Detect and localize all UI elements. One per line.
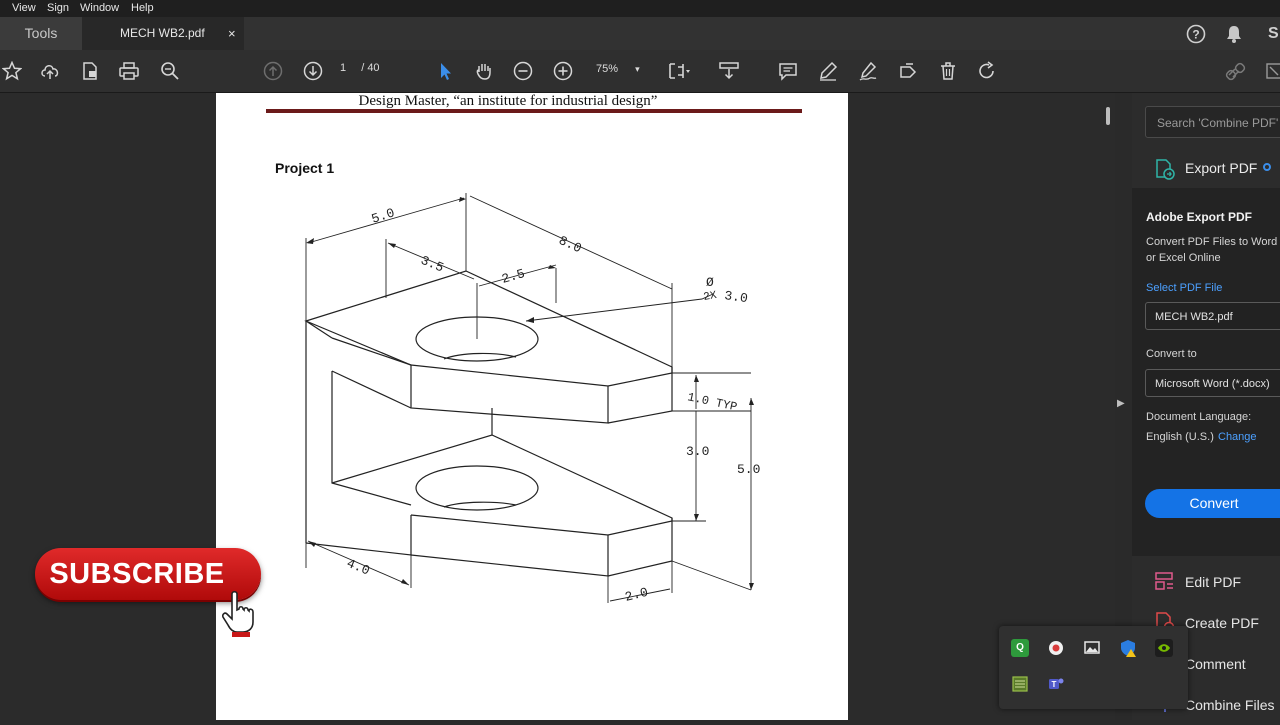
convert-to-label: Convert to — [1146, 348, 1197, 360]
upload-cloud-icon[interactable] — [38, 59, 62, 83]
search-zoom-icon[interactable] — [158, 59, 182, 83]
next-page-icon[interactable] — [301, 59, 325, 83]
export-title: Adobe Export PDF — [1146, 210, 1253, 224]
dim-hole-size: 3.0 — [723, 288, 748, 306]
convert-button[interactable]: Convert — [1145, 489, 1280, 518]
dim-3-5: 3.5 — [419, 253, 446, 276]
edit-pdf-label: Edit PDF — [1185, 574, 1242, 590]
create-pdf-label: Create PDF — [1185, 615, 1259, 631]
tool-search-input[interactable]: Search 'Combine PDF' — [1145, 106, 1280, 138]
zoom-in-icon[interactable] — [551, 59, 575, 83]
nvidia-tray-icon[interactable] — [1155, 639, 1173, 657]
menu-help[interactable]: Help — [131, 2, 154, 14]
dim-8-0: 8.0 — [556, 233, 583, 256]
edit-pdf-tool[interactable]: Edit PDF — [1132, 562, 1280, 602]
export-pdf-label: Export PDF — [1185, 160, 1258, 176]
subscribe-label: SUBSCRIBE — [49, 558, 225, 590]
comment-icon[interactable] — [776, 59, 800, 83]
pointing-hand-icon — [222, 590, 254, 637]
delete-icon[interactable] — [936, 59, 960, 83]
menu-bar: View Sign Window Help — [0, 0, 1280, 17]
tab-tools[interactable]: Tools — [0, 17, 82, 50]
zoom-dropdown[interactable]: 75% ▾ — [596, 63, 640, 75]
tab-bar: Tools MECH WB2.pdf × ? S — [0, 17, 1280, 50]
notification-bell-icon[interactable] — [1225, 17, 1243, 50]
edit-pdf-icon — [1155, 572, 1173, 590]
page-total: 40 — [367, 62, 380, 74]
tab-document-label: MECH WB2.pdf — [120, 26, 205, 40]
select-cursor-icon[interactable] — [433, 59, 457, 83]
tab-document[interactable]: MECH WB2.pdf × — [82, 17, 244, 50]
star-icon[interactable] — [0, 59, 24, 83]
isometric-drawing: 5.0 8.0 3.5 2.5 Ø 2X 3.0 1.0 TYP 3.0 5.0… — [304, 193, 760, 605]
export-pdf-icon — [1156, 159, 1175, 180]
info-dot-icon — [1263, 163, 1271, 171]
doc-language-value: English (U.S.) — [1146, 431, 1214, 443]
comment-tool-label: Comment — [1185, 656, 1246, 672]
system-tray-popup: Q T — [999, 626, 1188, 709]
svg-text:T: T — [1052, 680, 1057, 689]
fill-sign-icon[interactable] — [896, 59, 920, 83]
page-current[interactable]: 1 — [340, 62, 346, 74]
combine-files-label: Combine Files — [1185, 697, 1275, 713]
monitor-tray-icon[interactable] — [1011, 675, 1029, 693]
change-language-link[interactable]: Change — [1218, 431, 1257, 443]
zoom-out-icon[interactable] — [511, 59, 535, 83]
panel-toggle-icon[interactable] — [1262, 59, 1280, 83]
collapse-panel-icon[interactable]: ▶ — [1117, 398, 1125, 409]
scroll-mode-icon[interactable] — [717, 59, 741, 83]
q-app-tray-icon[interactable]: Q — [1011, 639, 1029, 657]
zoom-value: 75% — [596, 63, 619, 75]
link-share-icon[interactable] — [1224, 59, 1248, 83]
export-pdf-tool[interactable]: Export PDF — [1132, 150, 1280, 188]
chevron-down-icon: ▾ — [635, 64, 640, 74]
dim-3-0: 3.0 — [686, 444, 709, 459]
draw-tool-icon[interactable] — [856, 59, 880, 83]
main-toolbar: 1 / 40 75% ▾ — [0, 50, 1280, 93]
dim-4-0: 4.0 — [345, 556, 372, 579]
teams-tray-icon[interactable]: T — [1047, 675, 1065, 693]
export-desc-line1: Convert PDF Files to Word — [1146, 236, 1278, 248]
highlight-pen-icon[interactable] — [816, 59, 840, 83]
dim-hole-dia: Ø — [706, 275, 714, 290]
dim-5-0: 5.0 — [370, 205, 397, 226]
doc-language-label: Document Language: — [1146, 411, 1252, 423]
help-icon[interactable]: ? — [1186, 17, 1206, 50]
security-warning-tray-icon[interactable] — [1119, 639, 1137, 657]
svg-text:?: ? — [1192, 28, 1199, 42]
menu-window[interactable]: Window — [80, 2, 119, 14]
page-separator: / — [361, 62, 365, 74]
convert-format-select[interactable]: Microsoft Word (*.docx) — [1145, 369, 1280, 397]
photos-tray-icon[interactable] — [1083, 639, 1101, 657]
previous-page-icon[interactable] — [261, 59, 285, 83]
hand-tool-icon[interactable] — [472, 59, 496, 83]
menu-view[interactable]: View — [12, 2, 36, 14]
menu-sign[interactable]: Sign — [47, 2, 69, 14]
rotate-icon[interactable] — [975, 59, 999, 83]
scrollbar-thumb[interactable] — [1106, 107, 1110, 125]
tab-close-icon[interactable]: × — [228, 17, 236, 50]
page-indicator[interactable]: 1 / 40 — [340, 62, 380, 74]
dim-2-0: 2.0 — [623, 585, 649, 605]
dim-5-0-vertical: 5.0 — [737, 462, 760, 477]
dim-hole-count: 2X — [703, 290, 718, 304]
export-desc-line2: or Excel Online — [1146, 252, 1221, 264]
pdf-page[interactable]: Design Master, “an institute for industr… — [216, 93, 848, 720]
dim-2-5: 2.5 — [500, 266, 527, 287]
select-file-link[interactable]: Select PDF File — [1146, 282, 1222, 294]
user-avatar[interactable]: S — [1268, 17, 1279, 50]
fit-page-icon[interactable] — [667, 59, 691, 83]
protect-file-icon[interactable] — [78, 59, 102, 83]
print-icon[interactable] — [117, 59, 141, 83]
record-tray-icon[interactable] — [1047, 639, 1065, 657]
selected-file-field[interactable]: MECH WB2.pdf — [1145, 302, 1280, 330]
